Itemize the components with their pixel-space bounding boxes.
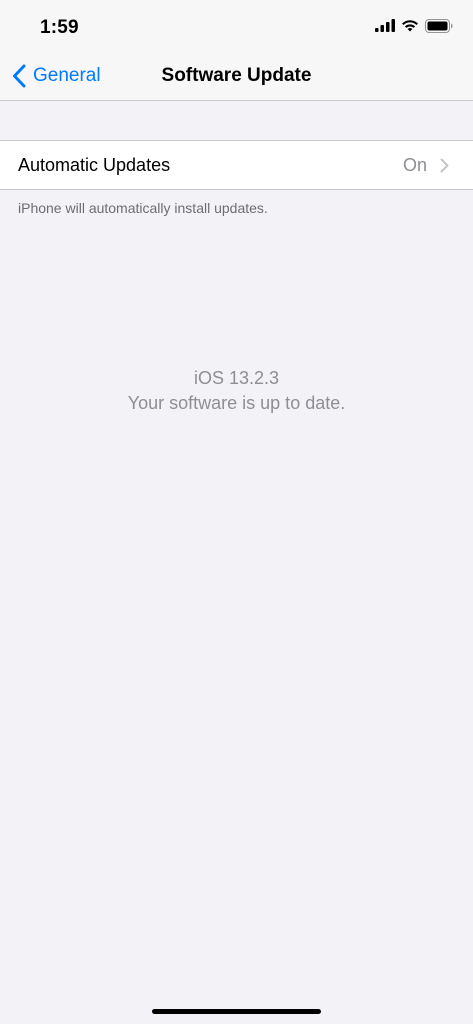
status-bar: 1:59 <box>0 0 473 52</box>
battery-icon <box>425 18 453 38</box>
automatic-updates-label: Automatic Updates <box>18 155 171 175</box>
cellular-signal-icon <box>375 19 395 37</box>
navigation-bar: General Software Update <box>0 52 473 101</box>
status-time: 1:59 <box>40 17 79 38</box>
page-title: Software Update <box>161 65 312 86</box>
update-status: Your software is up to date. <box>127 393 346 413</box>
wifi-icon <box>401 19 419 37</box>
ios-version: iOS 13.2.3 <box>193 368 280 388</box>
automatic-updates-footer: iPhone will automatically install update… <box>18 200 268 216</box>
home-indicator[interactable] <box>152 1009 321 1014</box>
chevron-right-icon <box>440 158 449 173</box>
software-version-info: iOS 13.2.3 Your software is up to date. <box>0 366 473 416</box>
automatic-updates-row[interactable]: Automatic Updates On <box>0 140 473 190</box>
status-icons <box>375 18 453 38</box>
automatic-updates-value: On <box>402 155 427 175</box>
